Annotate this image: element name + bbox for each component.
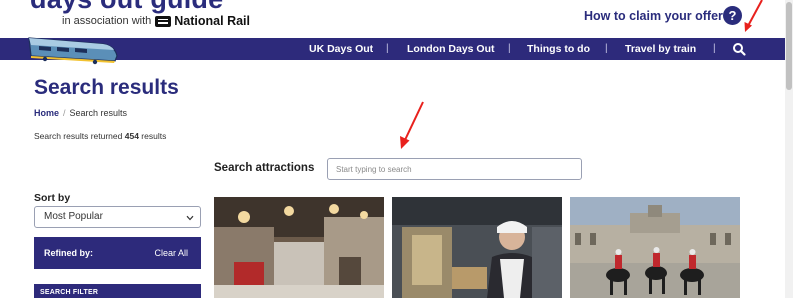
restaurant-interior-photo (214, 197, 384, 298)
search-filter-label: SEARCH FILTER (40, 289, 99, 296)
national-rail-logo: National Rail (155, 14, 250, 28)
nav-uk-days-out[interactable]: UK Days Out (309, 38, 373, 60)
nav-separator: | (605, 43, 608, 54)
results-prefix: Search results returned (34, 131, 123, 141)
search-input[interactable] (327, 158, 582, 180)
claim-offer-link[interactable]: How to claim your offer (584, 9, 723, 23)
sort-select[interactable]: Most Popular (34, 206, 201, 228)
site-logo-text[interactable]: days out guide (30, 0, 223, 15)
nav-separator: | (386, 43, 389, 54)
refined-by-label: Refined by: (44, 248, 94, 258)
annotation-arrow-icon (400, 101, 424, 149)
breadcrumb-separator: / (63, 108, 66, 118)
train-icon (28, 37, 118, 65)
breadcrumb-current: Search results (69, 108, 128, 118)
nav-things-to-do[interactable]: Things to do (527, 38, 590, 60)
partner-line: in association with National Rail (62, 14, 250, 28)
search-icon[interactable] (731, 41, 747, 57)
help-icon[interactable]: ? (723, 6, 742, 25)
nav-separator: | (508, 43, 511, 54)
results-summary: Search results returned 454 results (34, 131, 166, 141)
result-card[interactable] (570, 197, 740, 298)
breadcrumb: Home / Search results (34, 108, 127, 118)
results-count: 454 (124, 131, 139, 141)
sort-by-label: Sort by (34, 192, 71, 204)
national-rail-name: National Rail (174, 14, 250, 28)
nav-london-days-out[interactable]: London Days Out (407, 38, 495, 60)
search-filter-header[interactable]: SEARCH FILTER (34, 284, 201, 298)
page-scrollbar[interactable] (785, 0, 793, 298)
search-attractions-label: Search attractions (214, 162, 315, 174)
nav-separator: | (713, 43, 716, 54)
chevron-down-icon (186, 215, 194, 221)
horse-guards-parade-photo (570, 197, 740, 298)
nav-travel-by-train[interactable]: Travel by train (625, 38, 696, 60)
breadcrumb-home[interactable]: Home (34, 108, 59, 118)
result-card[interactable] (392, 197, 562, 298)
national-rail-icon (155, 15, 172, 27)
page-title: Search results (34, 76, 179, 99)
scrollbar-thumb[interactable] (786, 2, 792, 90)
refined-by-panel: Refined by: Clear All (34, 237, 201, 269)
clear-all-link[interactable]: Clear All (154, 248, 188, 258)
results-suffix: results (141, 131, 167, 141)
result-card[interactable] (214, 197, 384, 298)
victorian-nurse-exhibit-photo (392, 197, 562, 298)
assoc-text: in association with (62, 15, 152, 27)
sort-selected-value: Most Popular (44, 211, 103, 222)
